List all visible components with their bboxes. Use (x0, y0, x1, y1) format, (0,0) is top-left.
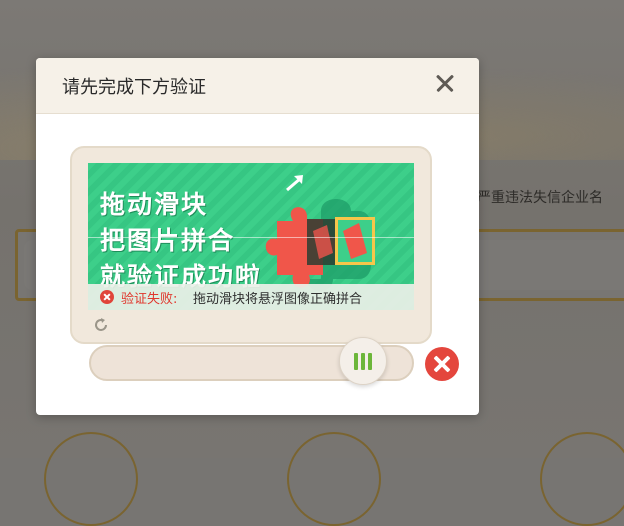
background-circle-icon (44, 432, 138, 526)
status-bar: 验证失败: 拖动滑块将悬浮图像正确拼合 (88, 284, 414, 310)
status-label: 验证失败: (121, 292, 178, 307)
modal-title: 请先完成下方验证 (62, 77, 206, 98)
background-text: 严重违法失信企业名 (477, 190, 603, 206)
captcha-image-text: 拖动滑块 (100, 190, 209, 219)
error-icon (100, 290, 114, 304)
captcha-panel: 拖动滑块 把图片拼合 就验证成功啦 验证失败: 拖动滑块将悬浮图像正确拼合 (70, 146, 432, 344)
arrow-icon (286, 175, 303, 192)
close-icon[interactable] (433, 71, 457, 95)
refresh-icon[interactable] (92, 316, 110, 334)
grip-icon (354, 353, 358, 370)
modal-header: 请先完成下方验证 (36, 58, 479, 114)
verification-modal: 请先完成下方验证 拖动滑块 把图片拼合 就验证成功啦 验证失败: 拖动滑块将悬浮… (36, 58, 479, 415)
guide-line (88, 237, 414, 238)
background-circle-icon (540, 432, 624, 526)
background-circle-icon (287, 432, 381, 526)
puzzle-piece-icon (265, 199, 375, 291)
captcha-image-text: 把图片拼合 (100, 226, 236, 255)
fail-icon (425, 347, 459, 381)
grip-icon (361, 353, 365, 370)
status-message: 拖动滑块将悬浮图像正确拼合 (193, 292, 363, 307)
slider-handle[interactable] (339, 337, 387, 385)
grip-icon (368, 353, 372, 370)
